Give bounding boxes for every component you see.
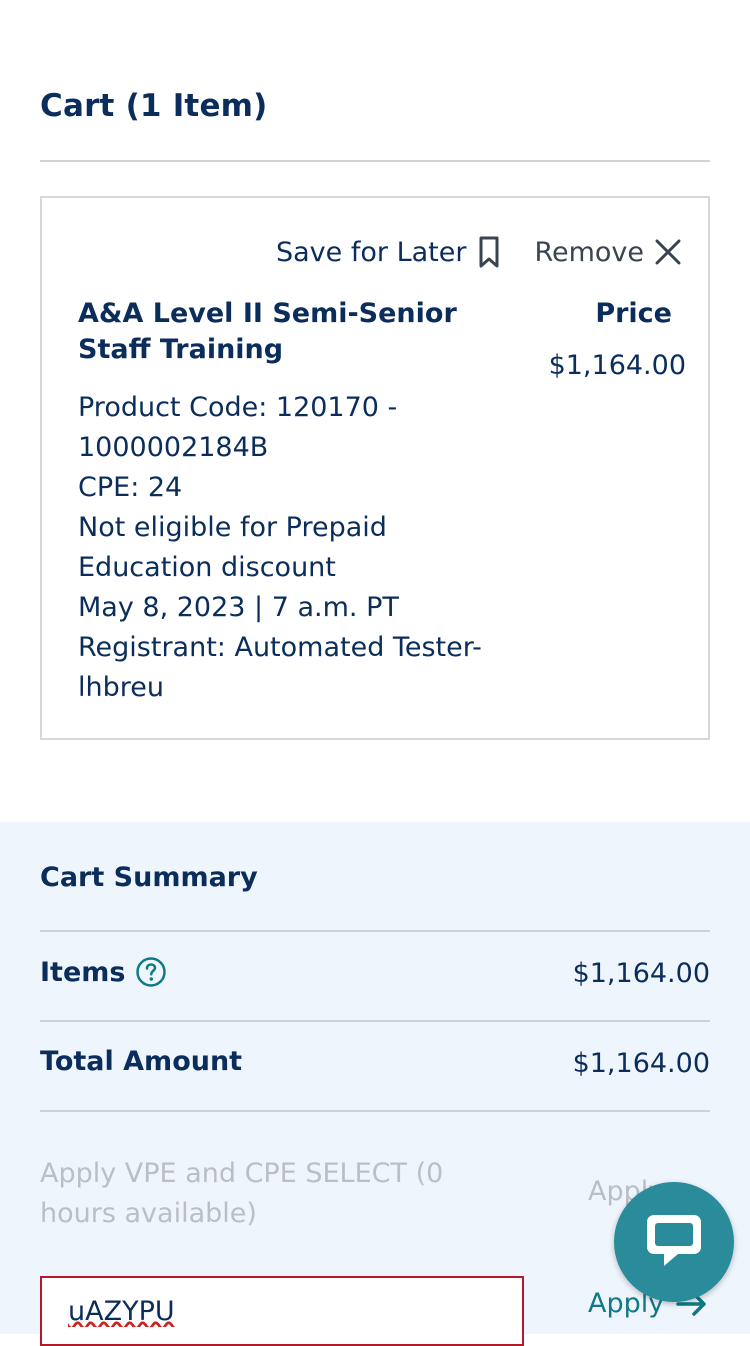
remove-label: Remove	[534, 236, 645, 268]
page-title: Cart (1 Item)	[40, 88, 268, 124]
remove-item-button[interactable]: Remove	[534, 237, 682, 268]
product-cpe: CPE: 24	[78, 472, 183, 503]
chat-button[interactable]	[614, 1182, 734, 1302]
save-for-later-label: Save for Later	[276, 236, 467, 268]
total-amount-value: $1,164.00	[572, 1048, 710, 1079]
items-row-label: Items	[40, 956, 167, 988]
product-name[interactable]: A&A Level II Semi-Senior Staff Training	[78, 296, 518, 368]
product-date: May 8, 2023 | 7 a.m. PT	[78, 592, 399, 623]
chat-bubble-icon	[644, 1211, 704, 1273]
title-divider	[40, 160, 710, 162]
cart-item-actions: Save for Later Remove	[276, 234, 682, 270]
product-details: Product Code: 120170 - 1000002184B CPE: …	[78, 388, 508, 708]
save-for-later-button[interactable]: Save for Later	[276, 235, 500, 269]
promo-code-input[interactable]	[40, 1276, 524, 1346]
summary-divider	[40, 1020, 710, 1022]
summary-divider	[40, 1110, 710, 1112]
bookmark-icon	[478, 235, 500, 269]
items-value: $1,164.00	[572, 958, 710, 989]
help-circle-icon[interactable]	[135, 956, 167, 988]
close-icon	[654, 238, 682, 266]
product-code: Product Code: 120170 - 1000002184B	[78, 392, 398, 463]
total-amount-label: Total Amount	[40, 1046, 243, 1077]
cart-summary-title: Cart Summary	[40, 862, 258, 893]
summary-divider	[40, 930, 710, 932]
product-discount-note: Not eligible for Prepaid Education disco…	[78, 512, 387, 583]
items-label: Items	[40, 956, 126, 988]
product-registrant: Registrant: Automated Tester-lhbreu	[78, 632, 482, 703]
item-price: $1,164.00	[548, 350, 686, 381]
price-label: Price	[595, 298, 672, 329]
vpe-cpe-select-text: Apply VPE and CPE SELECT (0 hours availa…	[40, 1158, 444, 1229]
